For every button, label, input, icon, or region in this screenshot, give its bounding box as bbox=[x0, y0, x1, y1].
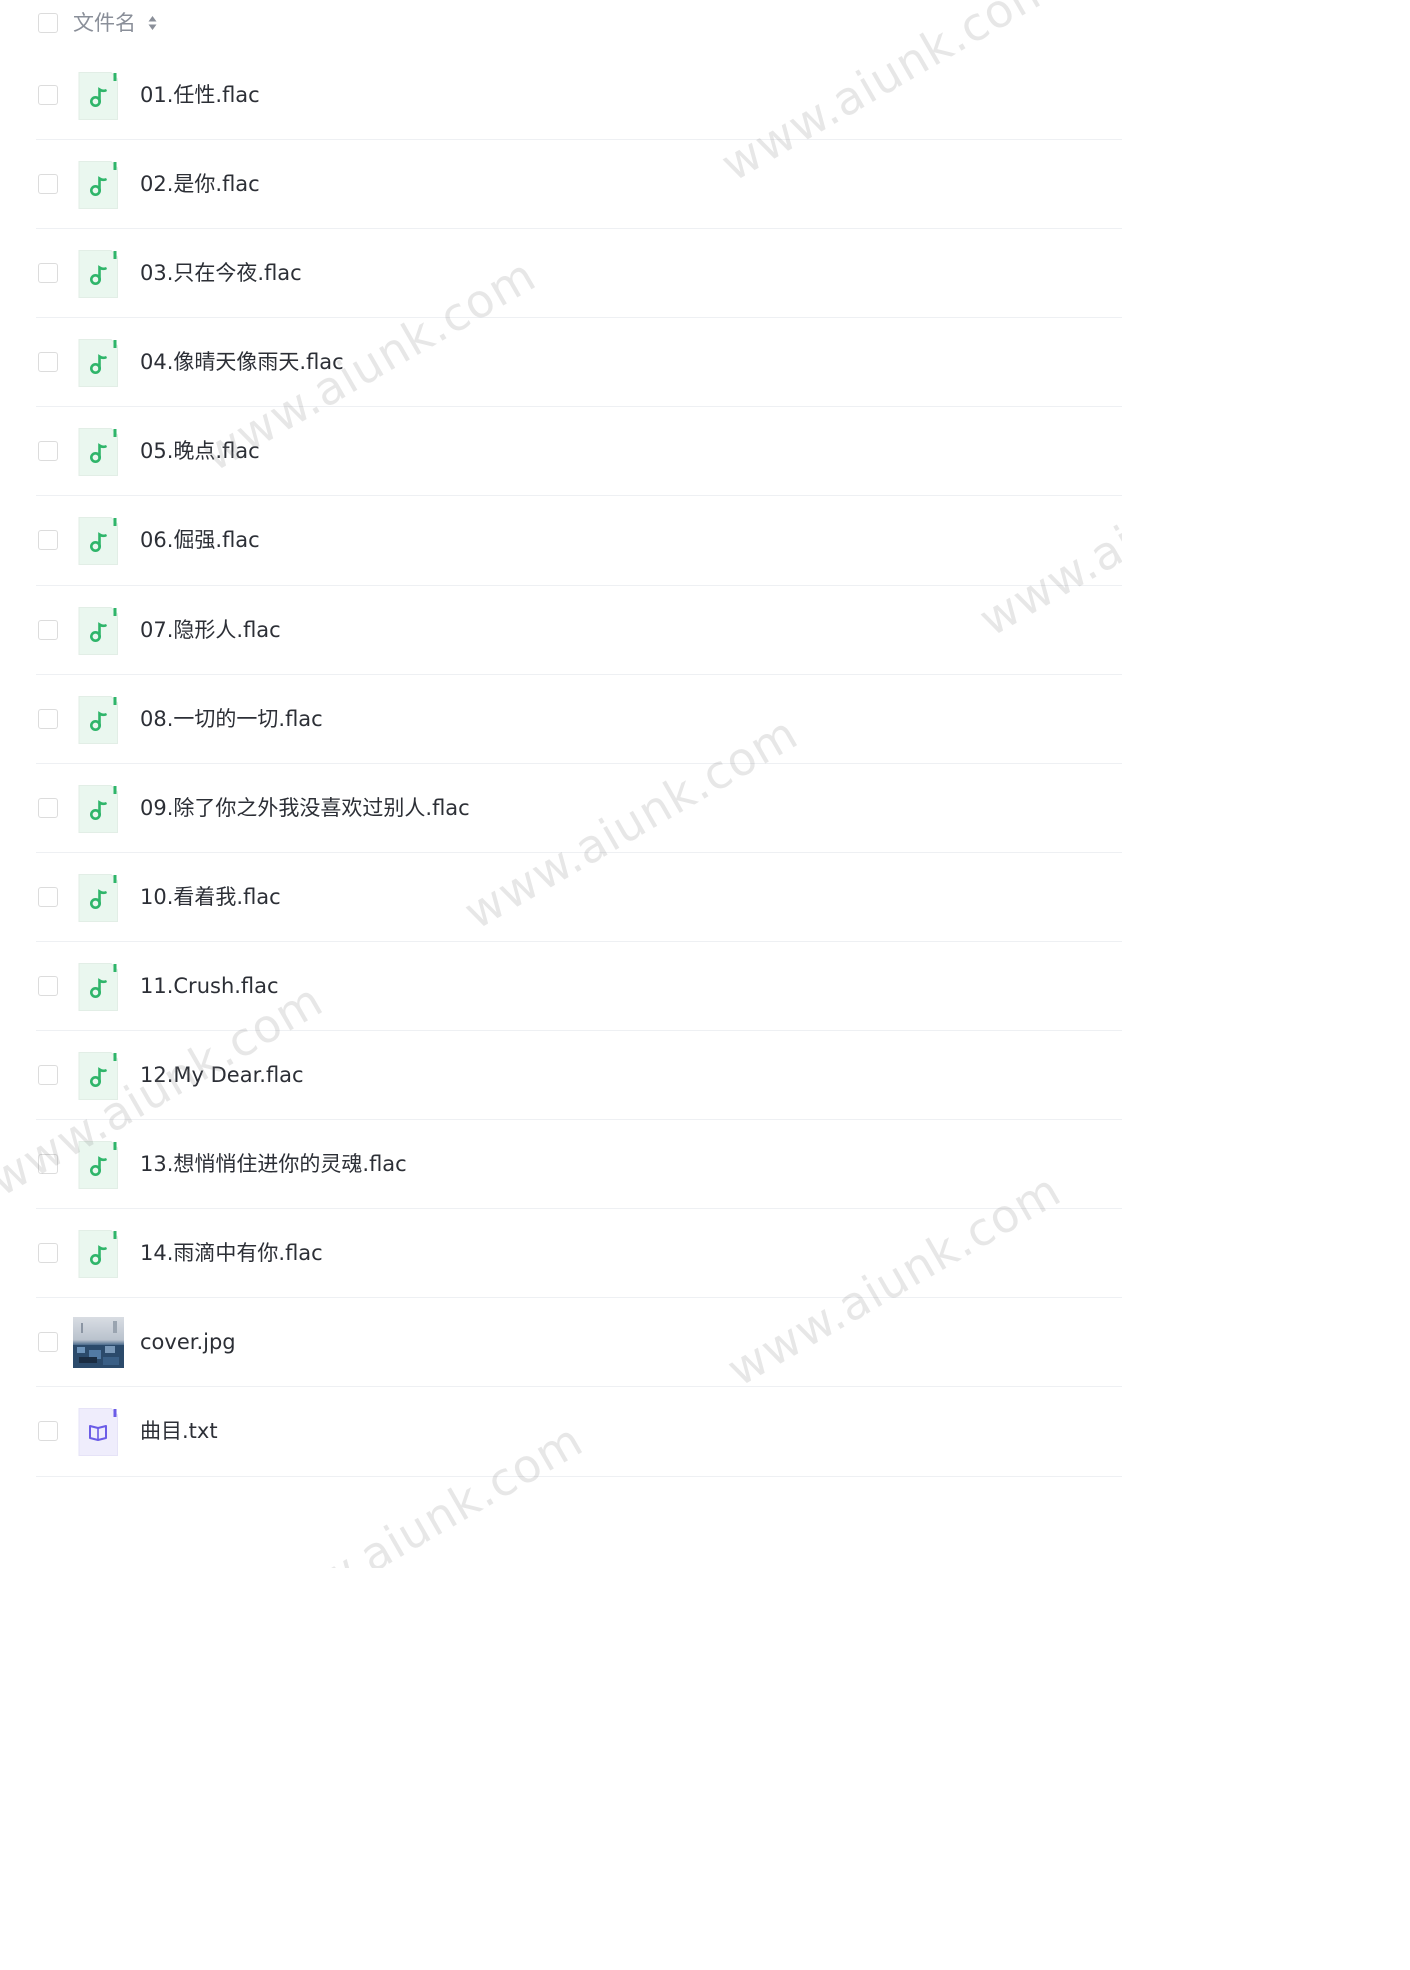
select-all-checkbox[interactable] bbox=[38, 13, 58, 33]
file-name[interactable]: 08.一切的一切.flac bbox=[140, 705, 323, 733]
file-name[interactable]: 曲目.txt bbox=[140, 1417, 218, 1445]
file-name[interactable]: 14.雨滴中有你.flac bbox=[140, 1239, 323, 1267]
music-file-icon bbox=[78, 161, 118, 210]
music-file-icon bbox=[78, 784, 118, 833]
row-checkbox[interactable] bbox=[38, 352, 58, 373]
file-row[interactable]: 05.晚点.flac bbox=[0, 407, 1122, 497]
music-file-icon bbox=[78, 428, 118, 477]
filename-column-header[interactable]: 文件名 bbox=[73, 9, 136, 37]
music-file-icon bbox=[78, 517, 118, 566]
cover-image-thumbnail bbox=[73, 1317, 124, 1369]
file-list: 01.任性.flac 02.是你.flac 03.只在今夜.flac 04.像晴… bbox=[0, 51, 1122, 1477]
row-checkbox[interactable] bbox=[38, 441, 58, 462]
file-row[interactable]: 06.倔强.flac bbox=[0, 496, 1122, 586]
row-checkbox[interactable] bbox=[38, 1421, 58, 1442]
music-file-icon bbox=[78, 72, 118, 120]
file-name[interactable]: 09.除了你之外我没喜欢过别人.flac bbox=[140, 794, 470, 822]
music-file-icon bbox=[78, 250, 118, 299]
file-row[interactable]: 11.Crush.flac bbox=[0, 942, 1122, 1032]
music-file-icon bbox=[78, 606, 118, 655]
sort-caret-icon[interactable] bbox=[147, 14, 158, 32]
file-name[interactable]: 12.My Dear.flac bbox=[140, 1061, 304, 1089]
file-name[interactable]: 07.隐形人.flac bbox=[140, 616, 281, 644]
file-name[interactable]: 11.Crush.flac bbox=[140, 972, 279, 1000]
music-file-icon bbox=[78, 962, 118, 1011]
file-row[interactable]: 10.看着我.flac bbox=[0, 853, 1122, 943]
file-name[interactable]: 06.倔强.flac bbox=[140, 526, 260, 554]
row-checkbox[interactable] bbox=[38, 1332, 58, 1353]
file-name[interactable]: 05.晚点.flac bbox=[140, 437, 260, 465]
row-checkbox[interactable] bbox=[38, 1243, 58, 1264]
list-header: 文件名 bbox=[0, 0, 1122, 50]
music-file-icon bbox=[78, 339, 118, 388]
file-list-page: 文件名 01.任性.flac 02.是你.flac 03.只在今夜.flac 0… bbox=[0, 0, 1122, 1568]
book-file-icon bbox=[78, 1408, 118, 1457]
row-checkbox[interactable] bbox=[38, 85, 58, 105]
row-checkbox[interactable] bbox=[38, 886, 58, 907]
row-checkbox[interactable] bbox=[38, 797, 58, 818]
row-checkbox[interactable] bbox=[38, 1065, 58, 1086]
music-file-icon bbox=[78, 1141, 118, 1190]
file-name[interactable]: 03.只在今夜.flac bbox=[140, 259, 302, 287]
file-name[interactable]: 04.像晴天像雨天.flac bbox=[140, 348, 344, 376]
row-checkbox[interactable] bbox=[38, 174, 58, 195]
file-row[interactable]: 08.一切的一切.flac bbox=[0, 675, 1122, 764]
music-file-icon bbox=[78, 695, 118, 744]
file-row[interactable]: 01.任性.flac bbox=[0, 51, 1122, 141]
file-name[interactable]: 02.是你.flac bbox=[140, 170, 260, 198]
music-file-icon bbox=[78, 1230, 118, 1279]
file-name[interactable]: 10.看着我.flac bbox=[140, 883, 281, 911]
row-checkbox[interactable] bbox=[38, 619, 58, 640]
row-checkbox[interactable] bbox=[38, 1154, 58, 1175]
row-checkbox[interactable] bbox=[38, 263, 58, 284]
file-row[interactable]: 13.想悄悄住进你的灵魂.flac bbox=[0, 1120, 1122, 1210]
file-name[interactable]: cover.jpg bbox=[140, 1328, 236, 1356]
file-row[interactable]: 04.像晴天像雨天.flac bbox=[0, 318, 1122, 408]
row-checkbox[interactable] bbox=[38, 708, 58, 729]
file-row[interactable]: 14.雨滴中有你.flac bbox=[0, 1209, 1122, 1299]
file-row[interactable]: 02.是你.flac bbox=[0, 140, 1122, 230]
file-row[interactable]: cover.jpg bbox=[0, 1298, 1122, 1388]
music-file-icon bbox=[78, 1052, 118, 1101]
file-row[interactable]: 03.只在今夜.flac bbox=[0, 229, 1122, 319]
file-row[interactable]: 09.除了你之外我没喜欢过别人.flac bbox=[0, 764, 1122, 853]
music-file-icon bbox=[78, 873, 118, 922]
file-name[interactable]: 01.任性.flac bbox=[140, 81, 260, 109]
file-row[interactable]: 曲目.txt bbox=[0, 1387, 1122, 1477]
file-row[interactable]: 07.隐形人.flac bbox=[0, 586, 1122, 675]
file-name[interactable]: 13.想悄悄住进你的灵魂.flac bbox=[140, 1150, 407, 1178]
row-checkbox[interactable] bbox=[38, 975, 58, 996]
row-checkbox[interactable] bbox=[38, 530, 58, 551]
file-row[interactable]: 12.My Dear.flac bbox=[0, 1031, 1122, 1121]
